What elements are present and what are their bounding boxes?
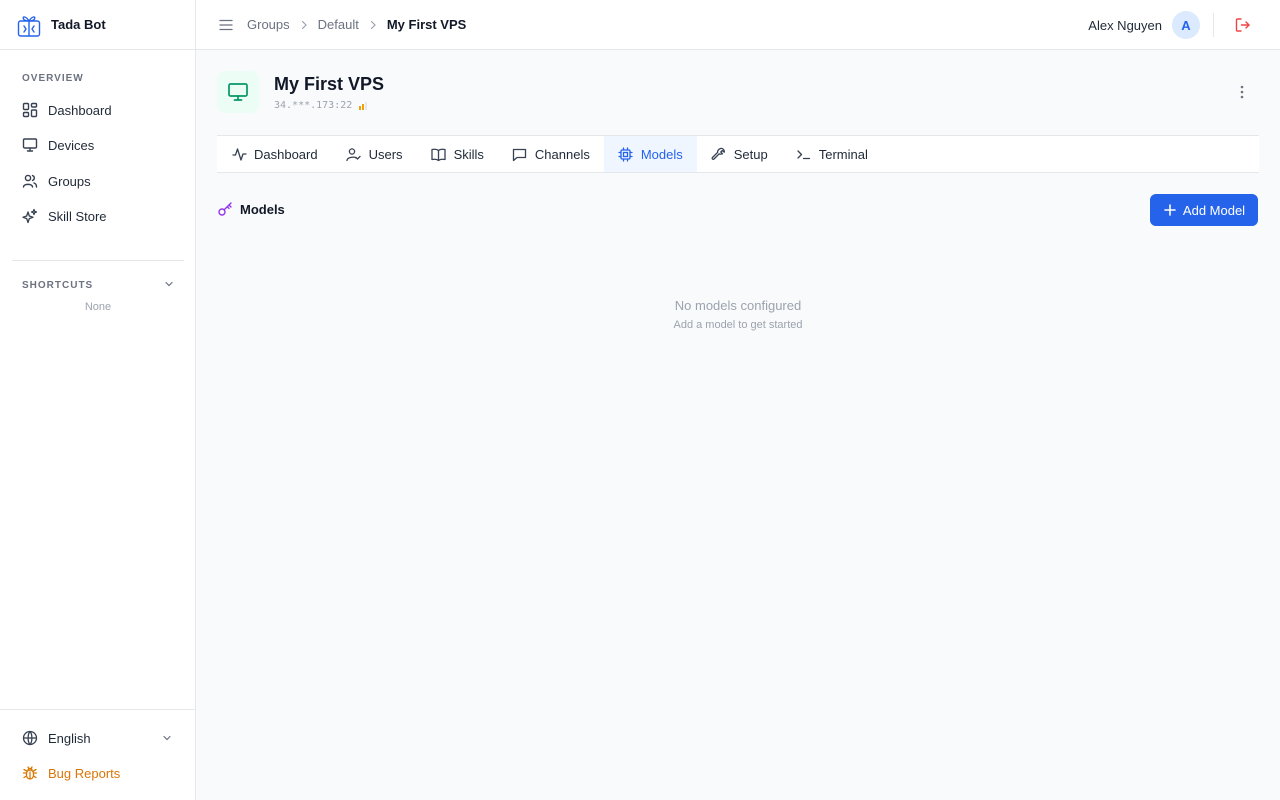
sidebar-divider bbox=[12, 260, 184, 261]
sidebar-item-label: Skill Store bbox=[48, 208, 107, 224]
tab-label: Terminal bbox=[818, 146, 868, 162]
user-check-icon bbox=[346, 146, 362, 162]
shortcuts-empty-text: None bbox=[84, 301, 112, 313]
sidebar-item-groups[interactable]: Groups bbox=[12, 165, 184, 197]
tab-label: Users bbox=[368, 146, 403, 162]
sidebar-item-label: Dashboard bbox=[48, 102, 112, 118]
book-icon bbox=[431, 146, 447, 162]
user-menu[interactable]: Alex Nguyen A bbox=[1088, 11, 1200, 39]
wrench-icon bbox=[711, 146, 727, 162]
message-square-icon bbox=[512, 146, 528, 162]
device-monitor-icon bbox=[217, 71, 259, 113]
overview-section-label: OVERVIEW bbox=[22, 73, 84, 84]
bug-reports-link[interactable]: Bug Reports bbox=[12, 757, 184, 789]
device-tabs: Dashboard Users Skills Channels Models S… bbox=[217, 135, 1259, 173]
dashboard-grid-icon bbox=[21, 101, 39, 119]
breadcrumb: Groups Default My First VPS bbox=[247, 17, 466, 32]
tab-skills[interactable]: Skills bbox=[417, 136, 498, 172]
topbar-divider bbox=[1213, 13, 1214, 37]
add-model-button[interactable]: Add Model bbox=[1150, 194, 1258, 226]
shortcuts-toggle[interactable]: SHORTCUTS bbox=[22, 276, 174, 294]
sidebar-item-devices[interactable]: Devices bbox=[12, 129, 184, 161]
menu-icon[interactable] bbox=[217, 16, 235, 34]
tab-users[interactable]: Users bbox=[332, 136, 417, 172]
empty-state-subtitle: Add a model to get started bbox=[673, 319, 803, 331]
tab-models[interactable]: Models bbox=[603, 136, 697, 172]
chevron-down-icon bbox=[162, 733, 172, 743]
brand[interactable]: Tada Bot bbox=[0, 0, 195, 50]
chevron-down-icon bbox=[164, 276, 174, 294]
tab-setup[interactable]: Setup bbox=[697, 136, 782, 172]
tab-label: Models bbox=[640, 146, 683, 162]
key-icon bbox=[217, 201, 233, 217]
avatar[interactable]: A bbox=[1172, 11, 1200, 39]
terminal-icon bbox=[796, 146, 812, 162]
section-title: Models bbox=[240, 201, 285, 217]
bug-icon bbox=[21, 764, 39, 782]
sidebar-item-label: Groups bbox=[48, 173, 91, 189]
sidebar-item-label: Devices bbox=[48, 137, 95, 153]
app-name: Tada Bot bbox=[51, 17, 106, 32]
breadcrumb-groups[interactable]: Groups bbox=[247, 17, 290, 32]
sidebar: Tada Bot OVERVIEW Dashboard Devices Grou… bbox=[0, 0, 196, 800]
chevron-right-icon bbox=[300, 20, 308, 30]
topbar: Groups Default My First VPS Alex Nguyen … bbox=[196, 0, 1280, 50]
language-selector[interactable]: English bbox=[12, 722, 184, 754]
chevron-right-icon bbox=[369, 20, 377, 30]
globe-icon bbox=[21, 729, 39, 747]
user-name: Alex Nguyen bbox=[1088, 17, 1162, 33]
empty-state-title: No models configured bbox=[674, 298, 802, 313]
add-model-label: Add Model bbox=[1182, 202, 1246, 218]
activity-icon bbox=[231, 146, 247, 162]
bug-reports-label: Bug Reports bbox=[48, 765, 121, 781]
cpu-icon bbox=[618, 146, 634, 162]
more-vertical-icon[interactable] bbox=[1234, 83, 1250, 101]
shortcuts-section-label: SHORTCUTS bbox=[22, 279, 94, 291]
gift-robot-logo-icon bbox=[16, 12, 42, 38]
device-ip-text: 34.***.173:22 bbox=[274, 100, 353, 111]
plus-icon bbox=[1163, 203, 1177, 217]
tab-dashboard[interactable]: Dashboard bbox=[217, 136, 332, 172]
sidebar-item-dashboard[interactable]: Dashboard bbox=[12, 94, 184, 126]
sparkles-icon bbox=[21, 207, 39, 225]
sidebar-item-skill-store[interactable]: Skill Store bbox=[12, 200, 184, 232]
breadcrumb-default[interactable]: Default bbox=[318, 17, 359, 32]
device-address: 34.***.173:22 bbox=[274, 100, 368, 111]
users-icon bbox=[21, 172, 39, 190]
page-title: My First VPS bbox=[274, 74, 385, 94]
logout-icon[interactable] bbox=[1234, 16, 1252, 34]
tab-label: Setup bbox=[733, 146, 768, 162]
tab-terminal[interactable]: Terminal bbox=[782, 136, 882, 172]
tab-label: Channels bbox=[534, 146, 590, 162]
models-section-header: Models bbox=[217, 201, 285, 217]
language-label: English bbox=[48, 730, 91, 746]
tab-label: Dashboard bbox=[254, 146, 318, 162]
signal-strength-icon bbox=[359, 101, 368, 110]
tab-channels[interactable]: Channels bbox=[498, 136, 604, 172]
sidebar-bottom-divider bbox=[0, 709, 195, 710]
tab-label: Skills bbox=[453, 146, 484, 162]
breadcrumb-current: My First VPS bbox=[386, 17, 467, 32]
monitor-icon bbox=[21, 136, 39, 154]
